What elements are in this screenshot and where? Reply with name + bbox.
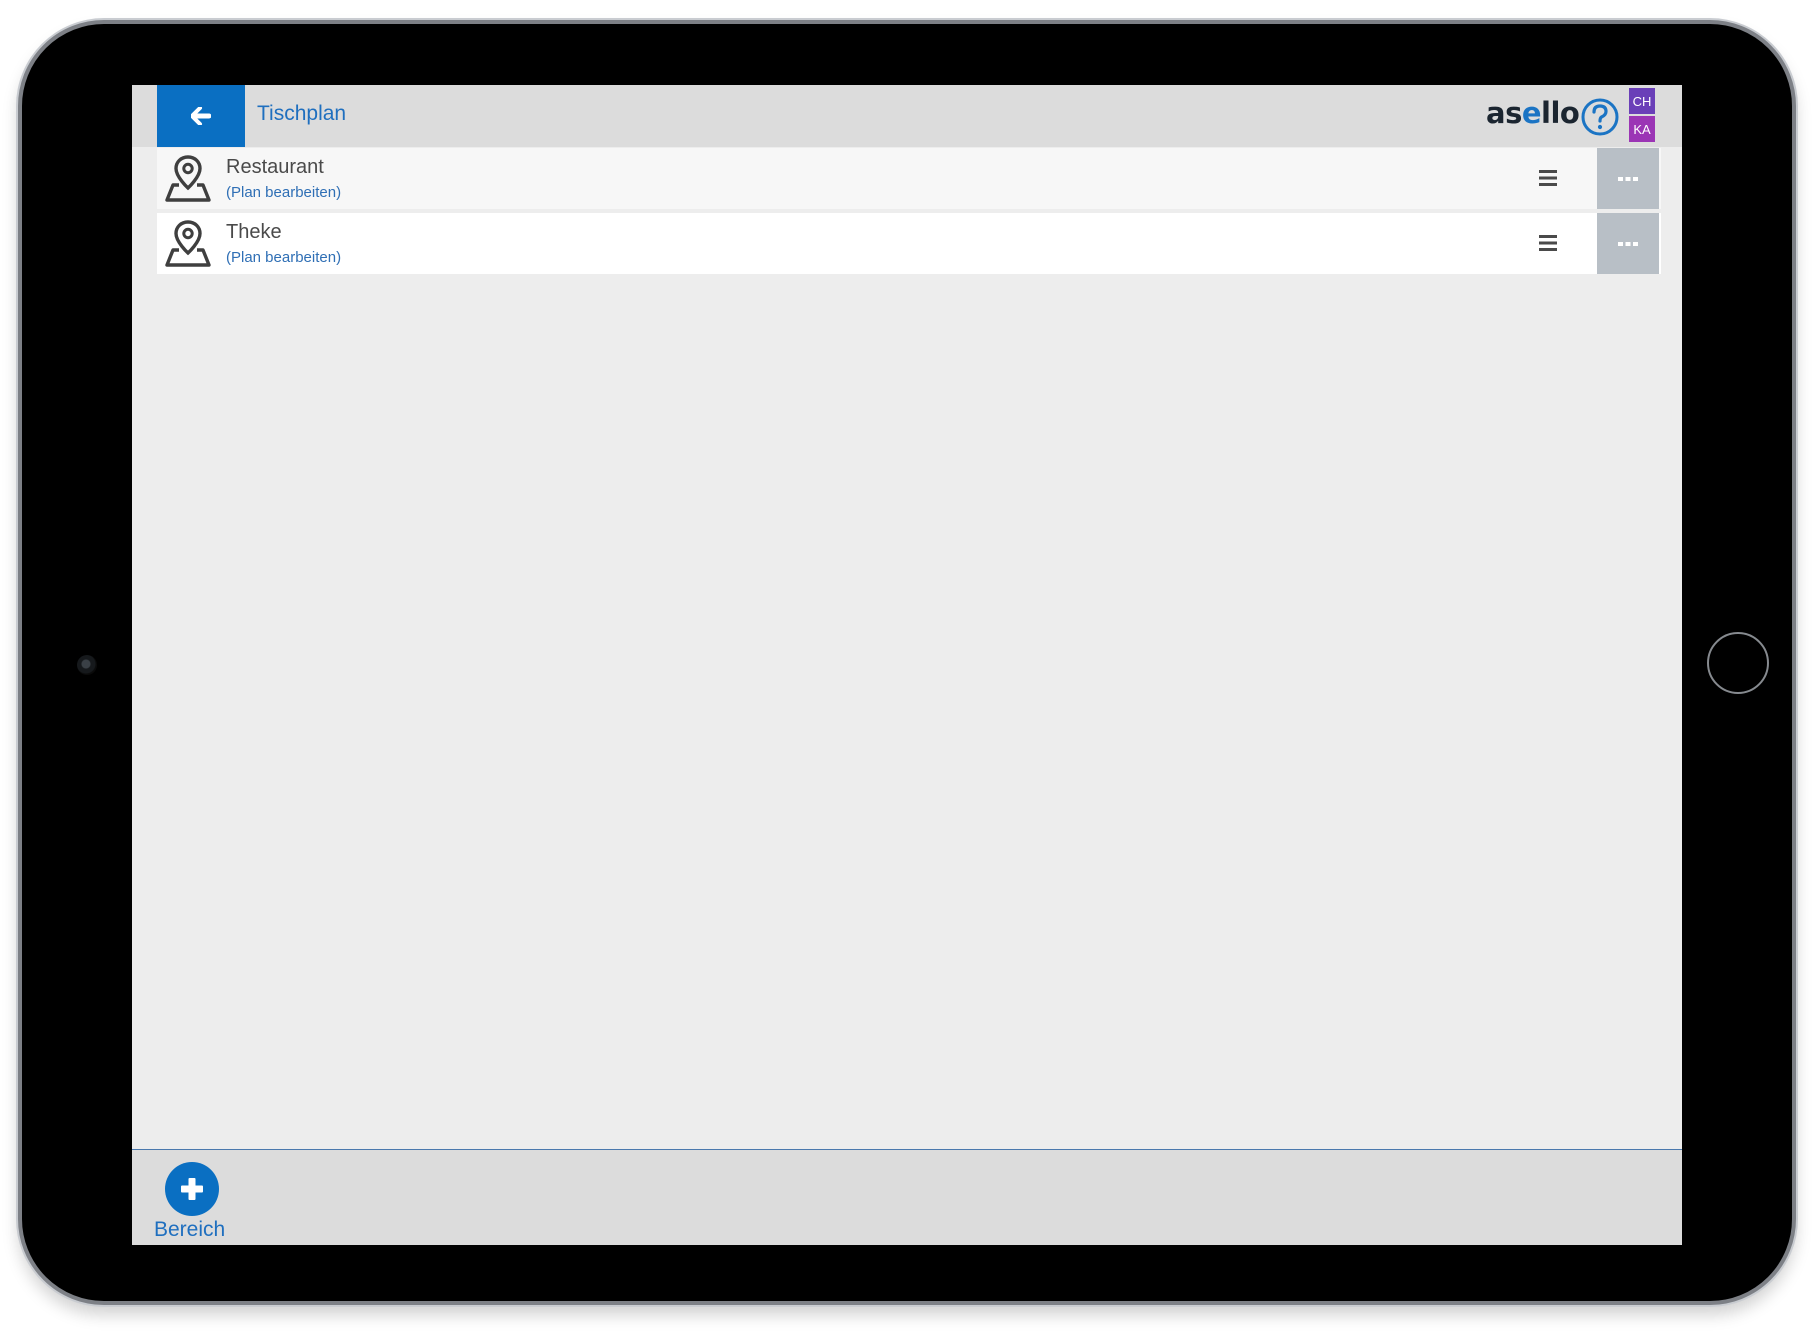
help-button[interactable] [1580, 97, 1620, 137]
edit-plan-link[interactable]: (Plan bearbeiten) [226, 249, 341, 266]
drag-handle-icon[interactable] [1537, 233, 1559, 253]
header-bar: Tischplan asello CH KA [132, 85, 1682, 147]
area-name: Restaurant [226, 156, 324, 178]
badge-ka[interactable]: KA [1629, 116, 1655, 142]
list-item[interactable]: Restaurant (Plan bearbeiten) [157, 148, 1661, 209]
map-pin-icon [165, 155, 211, 202]
map-pin-icon [165, 220, 211, 267]
badge-ch[interactable]: CH [1629, 88, 1655, 114]
home-button[interactable] [1707, 632, 1769, 694]
add-area-label: Bereich [154, 1218, 226, 1241]
footer-toolbar: Bereich [132, 1149, 1682, 1245]
page-title: Tischplan [257, 102, 347, 125]
ellipsis-icon [1618, 176, 1638, 181]
plus-circle [165, 1162, 219, 1216]
asello-logo: asello [1486, 96, 1580, 130]
edit-plan-link[interactable]: (Plan bearbeiten) [226, 184, 341, 201]
area-name: Theke [226, 221, 282, 243]
more-options-button[interactable] [1597, 148, 1659, 209]
plus-icon [181, 1178, 203, 1200]
arrow-left-icon [191, 107, 211, 125]
list-item[interactable]: Theke (Plan bearbeiten) [157, 213, 1661, 274]
ellipsis-icon [1618, 241, 1638, 246]
add-area-button[interactable]: Bereich [154, 1162, 234, 1242]
area-list: Restaurant (Plan bearbeiten) Theke (Plan… [157, 148, 1661, 278]
back-button[interactable] [157, 85, 245, 147]
more-options-button[interactable] [1597, 213, 1659, 274]
camera [77, 655, 97, 675]
question-circle-icon [1581, 98, 1619, 136]
drag-handle-icon[interactable] [1537, 168, 1559, 188]
app-screen: Tischplan asello CH KA Restaurant (Plan … [132, 85, 1682, 1245]
